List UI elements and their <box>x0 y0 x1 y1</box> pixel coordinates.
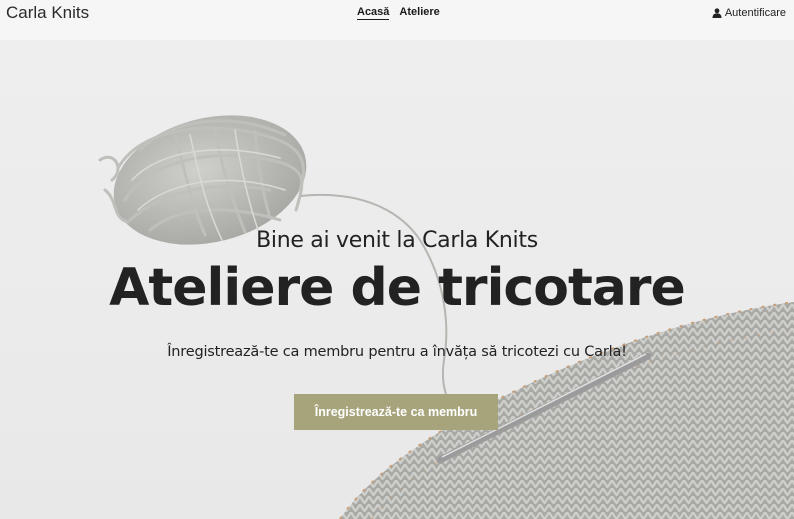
welcome-heading: Bine ai venit la Carla Knits <box>256 228 538 253</box>
login-link[interactable]: Autentificare <box>712 7 786 19</box>
brand-logo[interactable]: Carla Knits <box>6 3 89 23</box>
register-member-button[interactable]: Înregistrează-te ca membru <box>294 394 498 430</box>
main-nav: Acasă Ateliere <box>357 6 440 20</box>
page: Carla Knits Acasă Ateliere Autentificare <box>0 0 794 519</box>
nav-item-workshops[interactable]: Ateliere <box>399 6 439 20</box>
user-icon <box>712 8 722 18</box>
hero-subtitle: Înregistrează-te ca membru pentru a învă… <box>167 344 627 360</box>
login-label: Autentificare <box>724 7 786 19</box>
top-navbar: Carla Knits Acasă Ateliere Autentificare <box>0 0 794 40</box>
hero-title: Ateliere de tricotare <box>109 258 686 318</box>
yarn-ball-image <box>98 115 453 413</box>
hero-section: Bine ai venit la Carla Knits Ateliere de… <box>0 40 794 519</box>
nav-item-home[interactable]: Acasă <box>357 6 390 20</box>
